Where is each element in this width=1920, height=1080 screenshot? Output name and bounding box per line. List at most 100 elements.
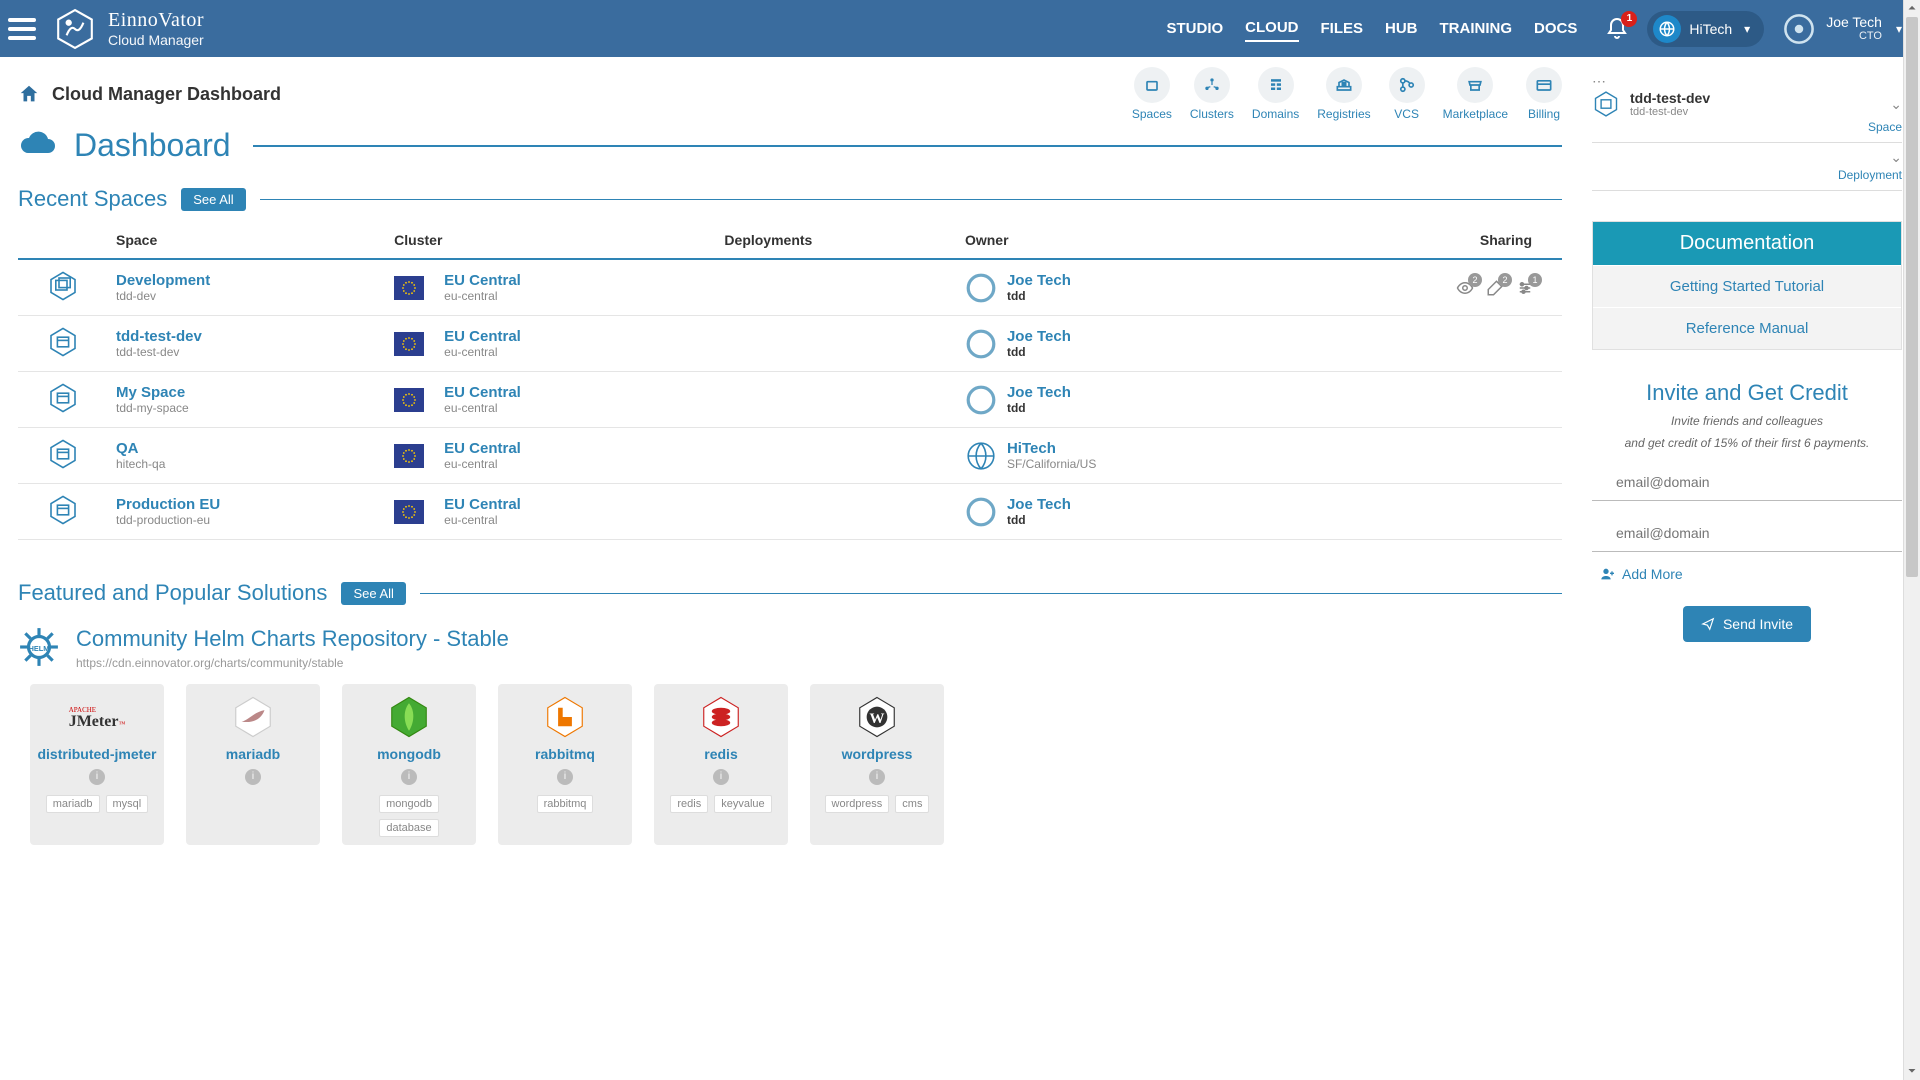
cluster-name[interactable]: EU Central xyxy=(444,328,521,345)
space-name[interactable]: QA xyxy=(116,440,378,457)
solution-card-mariadb[interactable]: mariadbi xyxy=(186,684,320,845)
info-icon[interactable]: i xyxy=(557,769,573,785)
tag[interactable]: keyvalue xyxy=(714,795,771,813)
nav-training[interactable]: TRAINING xyxy=(1440,16,1513,41)
globe-icon xyxy=(1653,15,1681,43)
space-name[interactable]: My Space xyxy=(116,384,378,401)
quicknav-domains[interactable]: Domains xyxy=(1252,67,1299,121)
space-name[interactable]: tdd-test-dev xyxy=(116,328,378,345)
col-sharing: Sharing xyxy=(1298,222,1562,259)
info-icon[interactable]: i xyxy=(245,769,261,785)
see-all-spaces-button[interactable]: See All xyxy=(181,188,245,211)
quicknav-spaces[interactable]: Spaces xyxy=(1132,67,1172,121)
menu-toggle[interactable] xyxy=(8,18,36,40)
table-row[interactable]: Production EUtdd-production-euEU Central… xyxy=(18,484,1562,540)
scroll-down-icon[interactable]: ⏷ xyxy=(1904,1063,1920,1080)
nav-docs[interactable]: DOCS xyxy=(1534,16,1577,41)
page-title: Dashboard xyxy=(74,127,231,164)
send-invite-button[interactable]: Send Invite xyxy=(1683,606,1811,642)
owner-name[interactable]: HiTech xyxy=(1007,440,1096,457)
tag[interactable]: wordpress xyxy=(825,795,890,813)
see-all-solutions-button[interactable]: See All xyxy=(341,582,405,605)
invite-line1: Invite friends and colleagues xyxy=(1592,414,1902,428)
user-avatar-icon xyxy=(1782,12,1816,46)
tag[interactable]: redis xyxy=(670,795,708,813)
notifications-button[interactable]: 1 xyxy=(1605,17,1629,41)
owner-name[interactable]: Joe Tech xyxy=(1007,328,1071,345)
tag[interactable]: mongodb xyxy=(379,795,439,813)
helm-icon: HELM xyxy=(18,626,60,668)
tag[interactable]: cms xyxy=(895,795,929,813)
info-icon[interactable]: i xyxy=(869,769,885,785)
space-label[interactable]: Space xyxy=(1592,120,1902,134)
user-menu[interactable]: Joe Tech CTO ▾ xyxy=(1782,12,1902,46)
expand-space-icon[interactable]: ⌄ xyxy=(1890,96,1902,113)
add-more-button[interactable]: Add More xyxy=(1592,566,1902,582)
nav-files[interactable]: FILES xyxy=(1321,16,1364,41)
owner-name[interactable]: Joe Tech xyxy=(1007,496,1071,513)
cluster-name[interactable]: EU Central xyxy=(444,440,521,457)
solution-card-mongodb[interactable]: mongodbimongodbdatabase xyxy=(342,684,476,845)
quicknav-registries[interactable]: Registries xyxy=(1317,67,1370,121)
info-icon[interactable]: i xyxy=(401,769,417,785)
quicknav-clusters[interactable]: Clusters xyxy=(1190,67,1234,121)
repo-title[interactable]: Community Helm Charts Repository - Stabl… xyxy=(76,626,509,652)
col-owner: Owner xyxy=(957,222,1298,259)
info-icon[interactable]: i xyxy=(713,769,729,785)
scroll-up-icon[interactable]: ⏶ xyxy=(1904,0,1920,17)
share-icon[interactable]: 2 xyxy=(1456,279,1474,297)
quicknav-billing[interactable]: Billing xyxy=(1526,67,1562,121)
solution-card-redis[interactable]: redisirediskeyvalue xyxy=(654,684,788,845)
tag[interactable]: rabbitmq xyxy=(537,795,594,813)
mongodb-logo-icon xyxy=(386,694,432,740)
solution-card-rabbitmq[interactable]: rabbitmqirabbitmq xyxy=(498,684,632,845)
table-row[interactable]: Developmenttdd-devEU Centraleu-centralJo… xyxy=(18,259,1562,316)
info-icon[interactable]: i xyxy=(89,769,105,785)
nav-hub[interactable]: HUB xyxy=(1385,16,1418,41)
home-icon[interactable] xyxy=(18,83,40,105)
nav-cloud[interactable]: CLOUD xyxy=(1245,15,1298,42)
scroll-thumb[interactable] xyxy=(1906,17,1918,577)
jmeter-logo-icon: APACHEJMeter™ xyxy=(74,694,120,740)
selected-space-name[interactable]: tdd-test-dev xyxy=(1630,90,1710,106)
cluster-name[interactable]: EU Central xyxy=(444,496,521,513)
tag[interactable]: database xyxy=(379,819,438,837)
org-selector[interactable]: HiTech ▾ xyxy=(1647,11,1764,47)
table-row[interactable]: QAhitech-qaEU Centraleu-centralHiTechSF/… xyxy=(18,428,1562,484)
quicknav-vcs[interactable]: VCS xyxy=(1389,67,1425,121)
expand-deploy-icon[interactable]: ⌄ xyxy=(1890,149,1902,166)
docs-link-manual[interactable]: Reference Manual xyxy=(1593,307,1901,349)
user-role: CTO xyxy=(1826,30,1882,42)
user-plus-icon xyxy=(1600,566,1616,582)
share-icon[interactable]: 1 xyxy=(1516,279,1534,297)
col-space: Space xyxy=(108,222,386,259)
brand-logo-icon[interactable] xyxy=(54,8,96,50)
nav-studio[interactable]: STUDIO xyxy=(1167,16,1224,41)
docs-link-tutorial[interactable]: Getting Started Tutorial xyxy=(1593,265,1901,307)
table-row[interactable]: My Spacetdd-my-spaceEU Centraleu-central… xyxy=(18,372,1562,428)
solutions-title: Featured and Popular Solutions xyxy=(18,580,327,606)
drag-handle-icon[interactable]: ⋯ xyxy=(1592,73,1902,90)
invite-email-2[interactable] xyxy=(1592,515,1902,552)
owner-name[interactable]: Joe Tech xyxy=(1007,272,1071,289)
cluster-name[interactable]: EU Central xyxy=(444,384,521,401)
vertical-scrollbar[interactable]: ⏶ ⏷ xyxy=(1903,0,1920,1080)
share-icon[interactable]: 2 xyxy=(1486,279,1504,297)
tag[interactable]: mysql xyxy=(106,795,149,813)
tag[interactable]: mariadb xyxy=(46,795,100,813)
space-name[interactable]: Production EU xyxy=(116,496,378,513)
cloud-icon xyxy=(18,131,58,161)
chevron-down-icon: ▾ xyxy=(1744,22,1750,36)
brand-text[interactable]: EinnoVator Cloud Manager xyxy=(108,9,204,48)
solution-card-distributed-jmeter[interactable]: APACHEJMeter™distributed-jmeterimariadbm… xyxy=(30,684,164,845)
solution-card-wordpress[interactable]: Wwordpressiwordpresscms xyxy=(810,684,944,845)
invite-email-1[interactable] xyxy=(1592,464,1902,501)
user-name: Joe Tech xyxy=(1826,15,1882,30)
cluster-name[interactable]: EU Central xyxy=(444,272,521,289)
deploy-label[interactable]: Deployment xyxy=(1592,168,1902,182)
owner-name[interactable]: Joe Tech xyxy=(1007,384,1071,401)
space-name[interactable]: Development xyxy=(116,272,378,289)
spaces-icon xyxy=(1134,67,1170,103)
table-row[interactable]: tdd-test-devtdd-test-devEU Centraleu-cen… xyxy=(18,316,1562,372)
quicknav-marketplace[interactable]: Marketplace xyxy=(1443,67,1508,121)
